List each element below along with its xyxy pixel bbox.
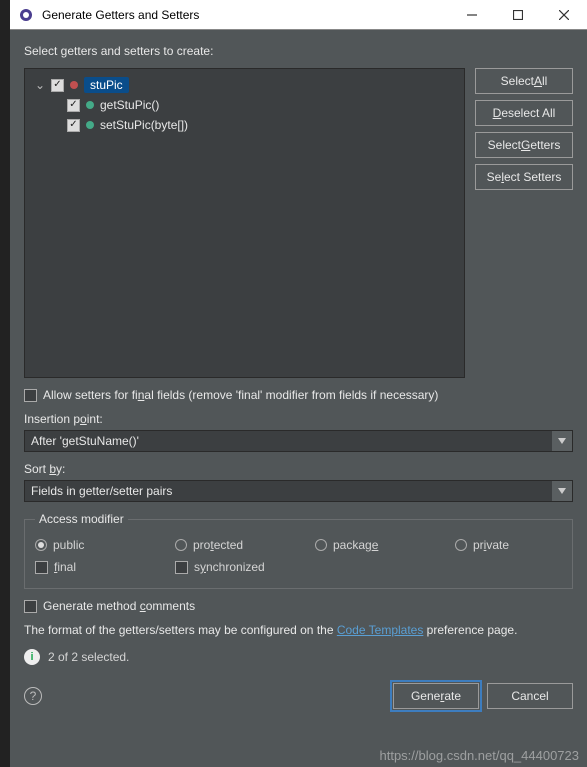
title-bar: Generate Getters and Setters <box>10 0 587 30</box>
package-radio[interactable]: package <box>315 538 415 552</box>
minimize-button[interactable] <box>449 0 495 30</box>
setter-checkbox[interactable] <box>67 119 80 132</box>
insertion-point-select[interactable]: After 'getStuName()' <box>24 430 573 452</box>
synchronized-checkbox[interactable]: synchronized <box>175 560 315 574</box>
window-title: Generate Getters and Setters <box>42 8 449 22</box>
status-text: 2 of 2 selected. <box>48 650 129 664</box>
method-icon <box>86 101 94 109</box>
allow-final-label: Allow setters for final fields (remove '… <box>43 388 438 402</box>
protected-radio[interactable]: protected <box>175 538 275 552</box>
dialog-footer: ? Generate Cancel <box>24 683 573 709</box>
generate-comments-checkbox[interactable] <box>24 600 37 613</box>
getter-label: getStuPic() <box>100 98 159 112</box>
selection-buttons: Select All Deselect All Select Getters S… <box>475 68 573 378</box>
access-modifier-group: Access modifier public protected package… <box>24 512 573 589</box>
field-icon <box>70 81 78 89</box>
sort-by-select[interactable]: Fields in getter/setter pairs <box>24 480 573 502</box>
format-hint: The format of the getters/setters may be… <box>24 623 573 637</box>
tree-setter-row[interactable]: setStuPic(byte[]) <box>31 115 458 135</box>
status-row: i 2 of 2 selected. <box>24 649 573 665</box>
maximize-button[interactable] <box>495 0 541 30</box>
dialog-content: Select getters and setters to create: ⌄ … <box>10 30 587 767</box>
insertion-point-label: Insertion point: <box>24 412 573 426</box>
insertion-point-value: After 'getStuName()' <box>31 434 139 448</box>
info-icon: i <box>24 649 40 665</box>
instruction-label: Select getters and setters to create: <box>24 44 573 58</box>
dropdown-icon[interactable] <box>552 431 572 451</box>
sort-by-value: Fields in getter/setter pairs <box>31 484 172 498</box>
private-radio[interactable]: private <box>455 538 555 552</box>
tree-field-row[interactable]: ⌄ stuPic <box>31 75 458 95</box>
select-all-button[interactable]: Select All <box>475 68 573 94</box>
select-setters-button[interactable]: Select Setters <box>475 164 573 190</box>
generate-comments-label: Generate method comments <box>43 599 195 613</box>
editor-gutter <box>0 0 10 767</box>
sort-by-label: Sort by: <box>24 462 573 476</box>
close-button[interactable] <box>541 0 587 30</box>
member-tree[interactable]: ⌄ stuPic getStuPic() setStuPic(byte[]) <box>24 68 465 378</box>
generate-comments-row[interactable]: Generate method comments <box>24 599 573 613</box>
access-modifier-legend: Access modifier <box>35 512 128 526</box>
field-checkbox[interactable] <box>51 79 64 92</box>
cancel-button[interactable]: Cancel <box>487 683 573 709</box>
method-icon <box>86 121 94 129</box>
getter-checkbox[interactable] <box>67 99 80 112</box>
select-getters-button[interactable]: Select Getters <box>475 132 573 158</box>
help-icon[interactable]: ? <box>24 687 42 705</box>
allow-final-row[interactable]: Allow setters for final fields (remove '… <box>24 388 573 402</box>
setter-label: setStuPic(byte[]) <box>100 118 188 132</box>
final-checkbox[interactable]: final <box>35 560 135 574</box>
chevron-down-icon[interactable]: ⌄ <box>35 78 45 92</box>
field-label: stuPic <box>84 77 129 93</box>
dropdown-icon[interactable] <box>552 481 572 501</box>
generate-button[interactable]: Generate <box>393 683 479 709</box>
allow-final-checkbox[interactable] <box>24 389 37 402</box>
public-radio[interactable]: public <box>35 538 135 552</box>
eclipse-icon <box>18 7 34 23</box>
tree-getter-row[interactable]: getStuPic() <box>31 95 458 115</box>
code-templates-link[interactable]: Code Templates <box>337 623 424 637</box>
deselect-all-button[interactable]: Deselect All <box>475 100 573 126</box>
